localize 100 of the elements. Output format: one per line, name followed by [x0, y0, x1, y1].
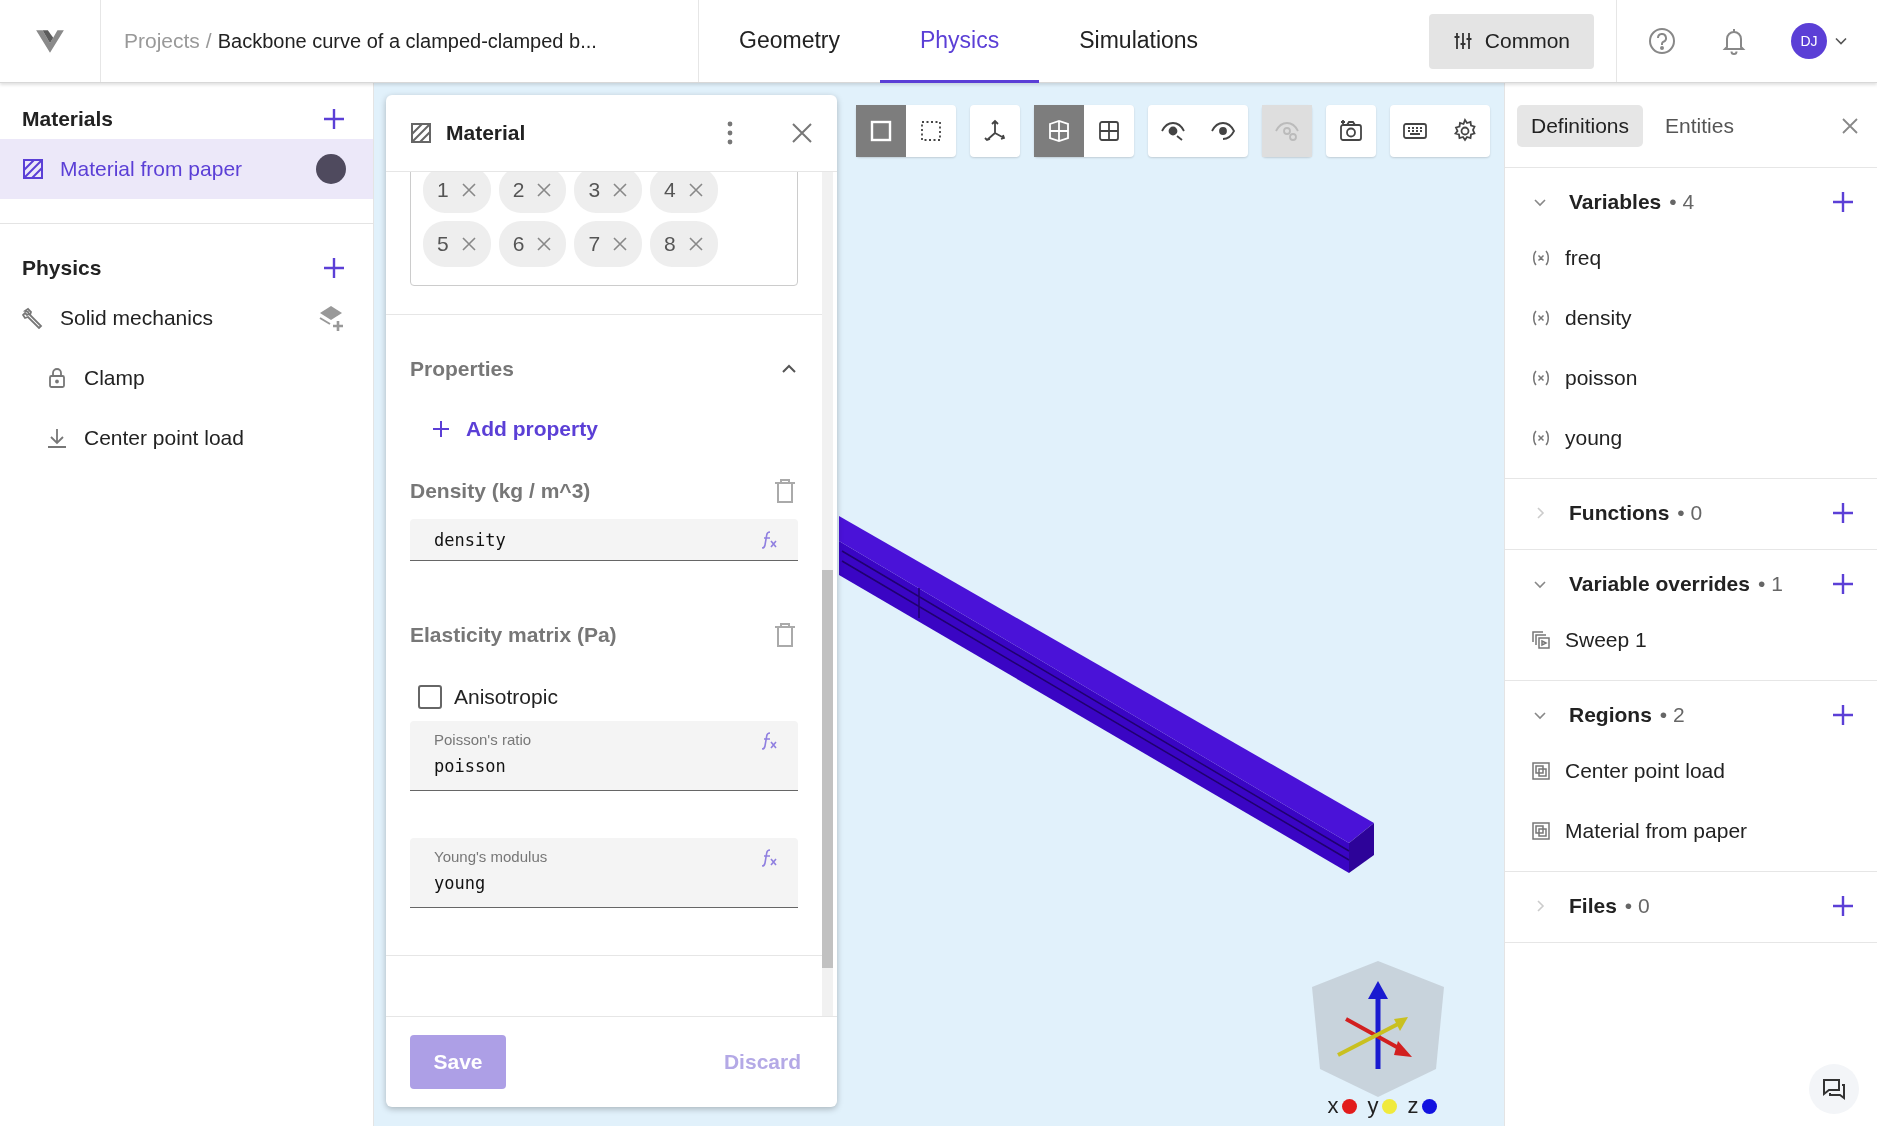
nav-tab[interactable]: Simulations: [1039, 0, 1239, 83]
definition-item[interactable]: Sweep 1: [1505, 610, 1877, 670]
logo-icon[interactable]: [34, 27, 66, 55]
variable-icon: [1531, 428, 1551, 448]
remove-icon[interactable]: [460, 182, 477, 198]
remove-icon[interactable]: [536, 236, 553, 252]
camera-icon: [1338, 118, 1364, 144]
chip[interactable]: 7: [574, 221, 643, 267]
definition-item[interactable]: Center point load: [1505, 741, 1877, 801]
definition-item[interactable]: poisson: [1505, 348, 1877, 408]
add-icon[interactable]: [1831, 894, 1855, 918]
function-icon[interactable]: [760, 529, 780, 550]
wrench-icon: [22, 307, 44, 329]
remove-icon[interactable]: [460, 236, 477, 252]
square-icon: [868, 118, 894, 144]
checkbox[interactable]: [418, 685, 442, 709]
scrollbar-thumb[interactable]: [822, 570, 833, 968]
remove-icon[interactable]: [687, 236, 704, 252]
add-property-button[interactable]: Add property: [410, 417, 598, 441]
caret-icon: [1835, 37, 1847, 45]
more-options-icon[interactable]: [727, 121, 733, 145]
section-title: Physics: [22, 256, 102, 280]
chip[interactable]: 2: [498, 172, 567, 213]
panel-tab[interactable]: Entities: [1651, 105, 1748, 147]
settings-icon: [1452, 118, 1478, 144]
panel-title: Material: [446, 121, 527, 145]
variable-icon: [1531, 248, 1551, 268]
region-icon: [1531, 821, 1551, 841]
dotted-square-icon: [918, 118, 944, 144]
variable-icon: [1531, 368, 1551, 388]
definition-item[interactable]: freq: [1505, 228, 1877, 288]
color-dot[interactable]: [316, 154, 346, 184]
remove-icon[interactable]: [612, 182, 629, 198]
item-count: • 2: [1659, 703, 1685, 727]
property-label: Density (kg / m^3): [410, 479, 591, 503]
grid-icon: [1096, 118, 1122, 144]
add-icon[interactable]: [322, 256, 346, 280]
chat-button[interactable]: [1809, 1064, 1859, 1114]
add-icon[interactable]: [1831, 190, 1855, 214]
section-title: Files: [1569, 894, 1617, 918]
close-icon[interactable]: [1841, 117, 1859, 135]
variable-icon: [1531, 308, 1551, 328]
axis-label: x: [1327, 1093, 1339, 1119]
nav-tab[interactable]: Geometry: [699, 0, 880, 83]
add-icon[interactable]: [1831, 501, 1855, 525]
section-title: Properties: [410, 357, 514, 381]
trash-icon[interactable]: [772, 622, 798, 648]
tree-item[interactable]: Material from paper: [0, 139, 373, 199]
axis-label: z: [1407, 1093, 1419, 1119]
section-title: Variable overrides: [1569, 572, 1750, 596]
definition-item[interactable]: density: [1505, 288, 1877, 348]
text-field[interactable]: Young's modulus young: [410, 838, 798, 908]
chip[interactable]: 3: [574, 172, 643, 213]
add-icon[interactable]: [1831, 572, 1855, 596]
tree-item[interactable]: Center point load: [0, 408, 373, 468]
definition-item[interactable]: Material from paper: [1505, 801, 1877, 861]
remove-icon[interactable]: [687, 182, 704, 198]
section-title: Variables: [1569, 190, 1662, 214]
project-title: Backbone curve of a clamped-clamped b...: [217, 29, 597, 53]
checkbox-label: Anisotropic: [454, 685, 558, 709]
chip[interactable]: 8: [650, 221, 718, 267]
tree-item[interactable]: Solid mechanics: [0, 288, 373, 348]
chip[interactable]: 4: [650, 172, 718, 213]
plus-icon: [432, 420, 450, 438]
text-field[interactable]: Poisson's ratio poisson: [410, 721, 798, 791]
user-menu[interactable]: DJ: [1791, 23, 1847, 59]
chat-icon: [1821, 1076, 1847, 1102]
common-button[interactable]: Common: [1428, 13, 1594, 69]
axis-label: y: [1367, 1093, 1379, 1119]
axes-icon: [982, 118, 1008, 144]
trash-icon[interactable]: [772, 478, 798, 504]
breadcrumb-separator: /: [205, 29, 212, 53]
function-icon[interactable]: [760, 731, 780, 751]
sliders-icon: [1452, 31, 1473, 51]
avatar: DJ: [1791, 23, 1827, 59]
help-icon[interactable]: [1647, 26, 1677, 56]
tree-item[interactable]: Clamp: [0, 348, 373, 408]
definition-item[interactable]: young: [1505, 408, 1877, 468]
hatched-square-icon: [410, 122, 432, 144]
toolbar-button[interactable]: [1034, 105, 1084, 157]
add-icon[interactable]: [1831, 703, 1855, 727]
panel-tab[interactable]: Definitions: [1517, 105, 1644, 147]
property-label: Elasticity matrix (Pa): [410, 623, 617, 647]
chip[interactable]: 1: [423, 172, 491, 213]
remove-icon[interactable]: [536, 182, 553, 198]
hatched-square-icon: [22, 158, 44, 180]
density-field[interactable]: density: [410, 519, 798, 561]
arrow-down-icon: [46, 427, 68, 449]
item-count: • 1: [1757, 572, 1783, 596]
item-count: • 4: [1669, 190, 1695, 214]
remove-icon[interactable]: [612, 236, 629, 252]
toolbar-button[interactable]: [856, 105, 906, 157]
function-icon[interactable]: [760, 848, 780, 868]
stacked-squares-icon: [1531, 630, 1551, 650]
chip[interactable]: 6: [498, 221, 567, 267]
section-title: Regions: [1569, 703, 1652, 727]
chip[interactable]: 5: [423, 221, 491, 267]
add-icon[interactable]: [322, 107, 346, 131]
close-icon[interactable]: [791, 122, 813, 144]
item-count: • 0: [1677, 501, 1703, 525]
